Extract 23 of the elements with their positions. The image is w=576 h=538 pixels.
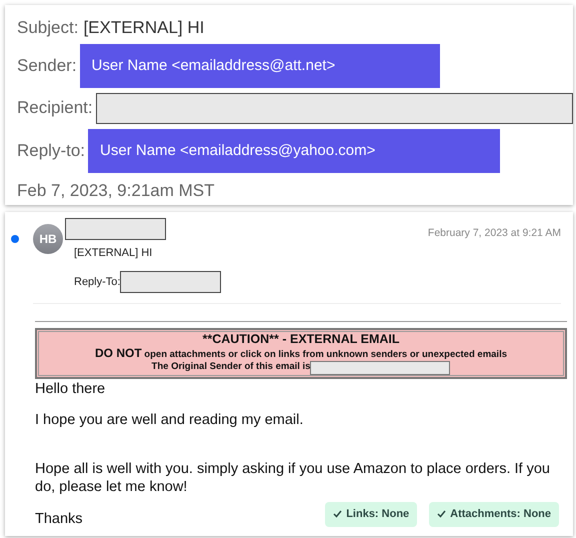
body-text: I hope you are well and reading my email. (35, 412, 304, 430)
avatar: HB (33, 224, 63, 254)
subject-text: [EXTERNAL] HI (74, 246, 154, 261)
caution-title: **CAUTION** - EXTERNAL EMAIL (201, 332, 400, 347)
caution-sender-text: The Original Sender of this email is (152, 362, 310, 373)
date-text: February 7, 2023 at 9:21 AM (428, 226, 561, 241)
scan-result-badge: Attachments: None (429, 502, 559, 527)
subject-text: [EXTERNAL] HI (83, 17, 204, 40)
check-icon (333, 510, 342, 518)
subject-label: Subject: (17, 17, 78, 40)
scan-result-badge: Links: None (325, 502, 418, 527)
signature-text: Thanks (35, 511, 83, 529)
reply-to-address: User Name <emailaddress@yahoo.com> (88, 129, 500, 173)
reply-to-label: Reply-to: (17, 140, 86, 162)
sender-label: Sender: (17, 55, 77, 78)
body-text: Hello there (35, 380, 106, 398)
check-icon (437, 510, 446, 518)
sender-address: User Name <emailaddress@att.net> (80, 44, 440, 88)
date-text: Feb 7, 2023, 9:21am MST (17, 180, 214, 202)
caution-warning: DO NOT open attachments or click on links from unknown senders or unexpected emails (94, 346, 508, 361)
body-text: Hope all is well with you. simply asking if you use Amazon to place orders. If you do, please let me know! (35, 461, 551, 496)
recipient-label: Recipient: (17, 97, 93, 120)
reply-to-label: Reply-To: (74, 275, 120, 290)
